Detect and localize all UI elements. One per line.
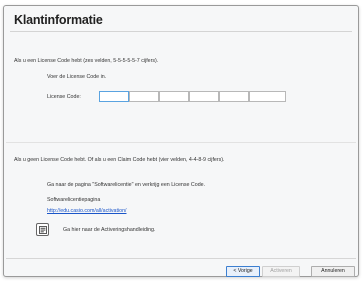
customer-info-dialog: Klantinformatie bbox=[3, 5, 359, 277]
license-code-field-1[interactable] bbox=[99, 91, 129, 102]
license-code-field-4[interactable] bbox=[189, 91, 219, 102]
document-icon[interactable] bbox=[36, 223, 49, 236]
footer-divider bbox=[6, 258, 356, 259]
license-code-label: License Code: bbox=[47, 94, 81, 100]
section-divider bbox=[6, 142, 356, 143]
software-license-page-label: Softwarelicentiepagina bbox=[47, 197, 101, 203]
dialog-title: Klantinformatie bbox=[14, 13, 103, 27]
manual-link-label[interactable]: Ga hier naar de Activeringshandleiding. bbox=[63, 227, 155, 233]
back-button[interactable]: < Vorige bbox=[226, 266, 260, 277]
claim-code-intro: Als u geen License Code hebt. Of als u e… bbox=[14, 157, 225, 163]
license-code-instruction: Voer de License Code in. bbox=[47, 74, 107, 80]
title-divider bbox=[10, 31, 352, 32]
license-code-field-2[interactable] bbox=[129, 91, 159, 102]
license-code-field-6[interactable] bbox=[249, 91, 286, 102]
license-code-field-3[interactable] bbox=[159, 91, 189, 102]
screen: Klantinformatie Als u een License Code h… bbox=[0, 0, 362, 288]
cancel-button[interactable]: Annuleren bbox=[311, 266, 355, 277]
activate-button[interactable]: Activeren bbox=[262, 266, 300, 277]
activation-link[interactable]: http://edu.casio.com/all/activation/ bbox=[47, 208, 127, 214]
license-code-field-5[interactable] bbox=[219, 91, 249, 102]
license-code-intro: Als u een License Code hebt (zes velden,… bbox=[14, 58, 159, 64]
claim-code-instruction: Ga naar de pagina "Softwarelicentie" en … bbox=[47, 182, 206, 188]
